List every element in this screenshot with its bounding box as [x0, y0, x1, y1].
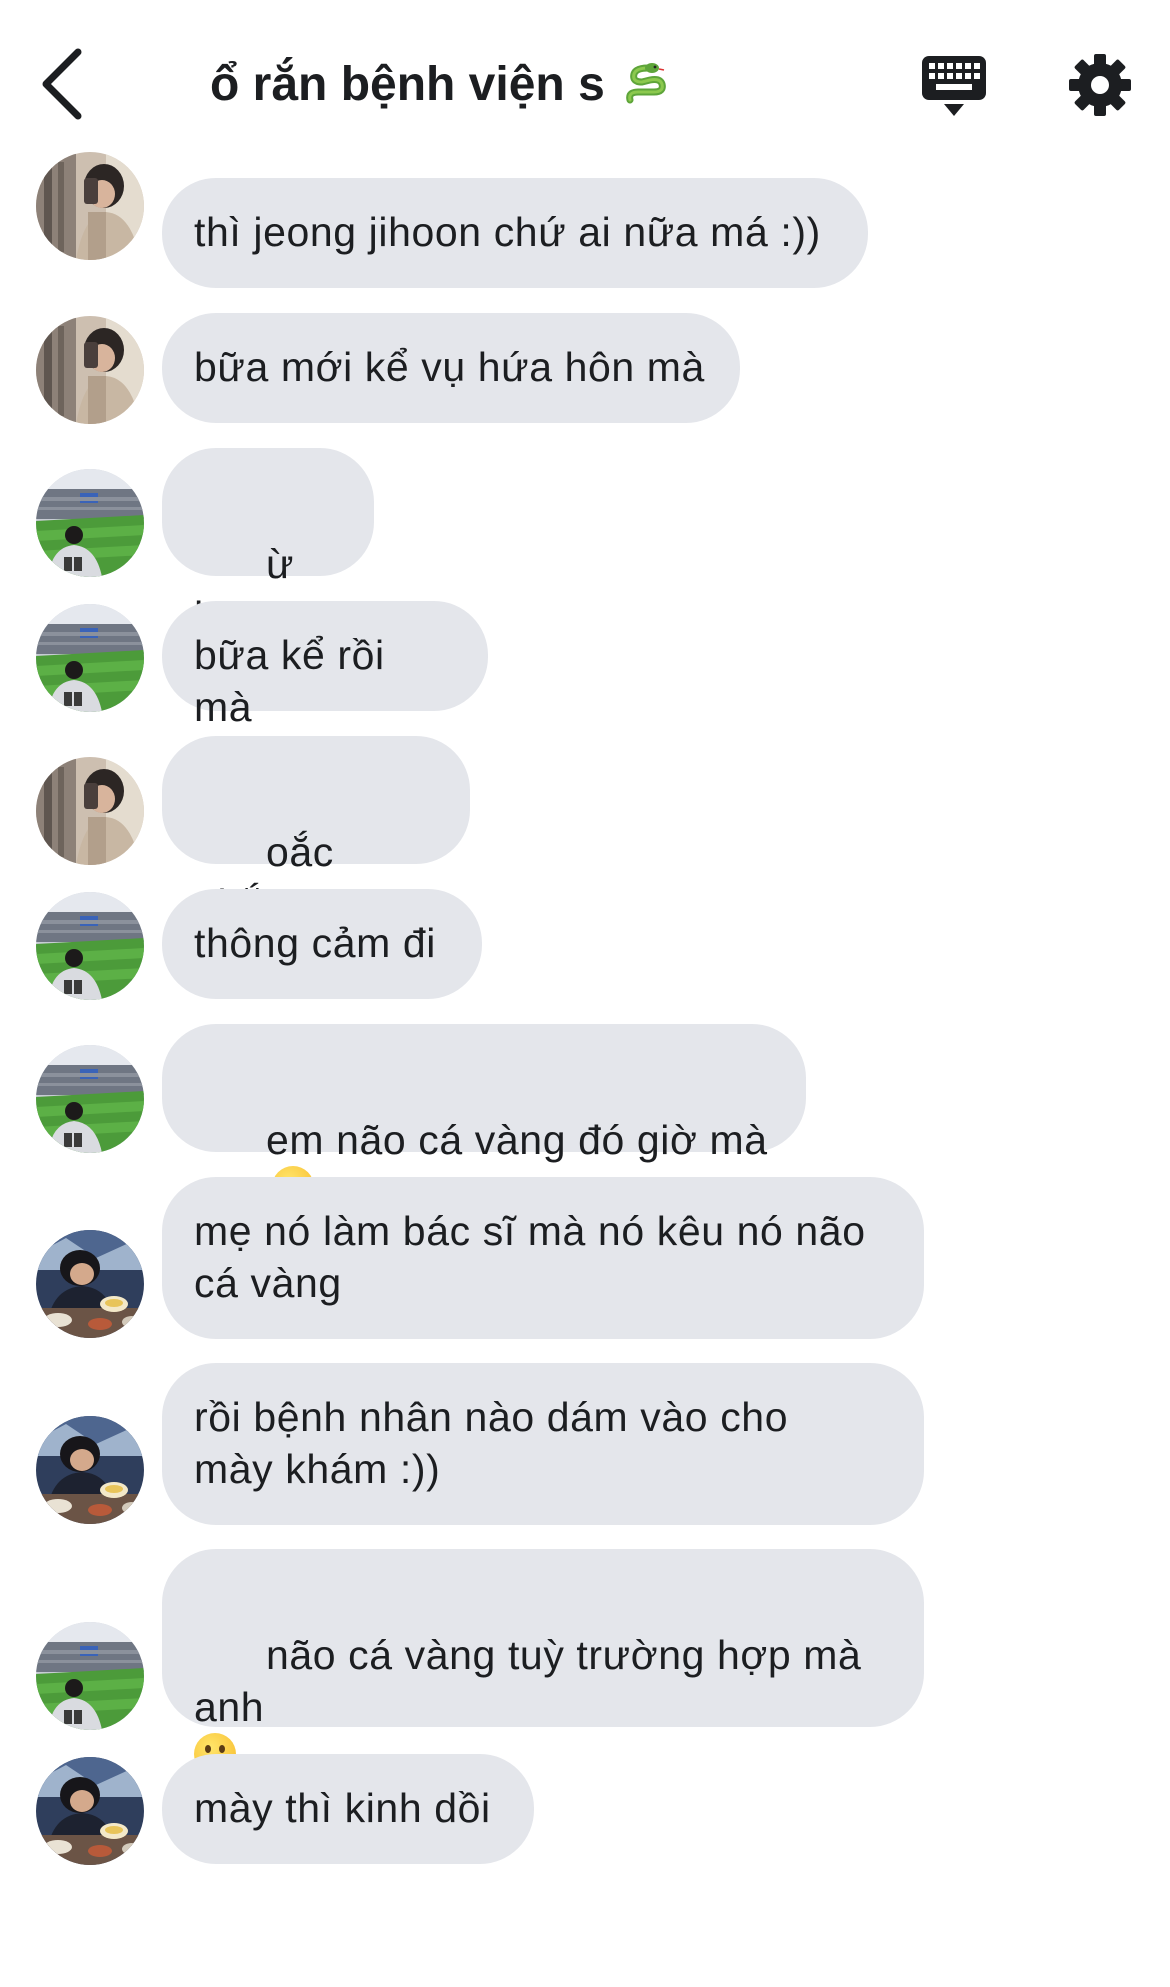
- avatar[interactable]: [36, 1757, 144, 1865]
- avatar[interactable]: [36, 604, 144, 712]
- avatar[interactable]: [36, 469, 144, 577]
- message-bubble[interactable]: rồi bệnh nhân nào dám vào cho mày khám :…: [162, 1363, 924, 1525]
- message-bubble[interactable]: não cá vàng tuỳ trường hợp mà anh: [162, 1549, 924, 1775]
- message-bubble[interactable]: bữa mới kể vụ hứa hôn mà: [162, 313, 740, 423]
- message-bubble[interactable]: em não cá vàng đó giờ mà: [162, 1024, 806, 1208]
- message-bubble[interactable]: mày thì kinh dồi: [162, 1754, 534, 1864]
- message-bubble[interactable]: bữa kể rồi mà: [162, 601, 488, 730]
- message-list: thì jeong jihoon chứ ai nữa má :)) bữa m…: [0, 0, 1170, 1879]
- avatar[interactable]: [36, 316, 144, 424]
- message-text: não cá vàng tuỳ trường hợp mà anh: [194, 1632, 862, 1730]
- message-bubble[interactable]: thì jeong jihoon chứ ai nữa má :)): [162, 178, 868, 288]
- avatar[interactable]: [36, 1416, 144, 1524]
- message-bubble[interactable]: ừ ha: [162, 448, 374, 684]
- message-text: em não cá vàng đó giờ mà: [265, 1117, 768, 1163]
- avatar[interactable]: [36, 1230, 144, 1338]
- avatar[interactable]: [36, 892, 144, 1000]
- avatar[interactable]: [36, 757, 144, 865]
- message-bubble[interactable]: thông cảm đi: [162, 889, 482, 999]
- message-bubble[interactable]: oắc phắc: [162, 736, 470, 972]
- avatar[interactable]: [36, 152, 144, 260]
- avatar[interactable]: [36, 1622, 144, 1730]
- avatar[interactable]: [36, 1045, 144, 1153]
- message-bubble[interactable]: mẹ nó làm bác sĩ mà nó kêu nó não cá vàn…: [162, 1177, 924, 1339]
